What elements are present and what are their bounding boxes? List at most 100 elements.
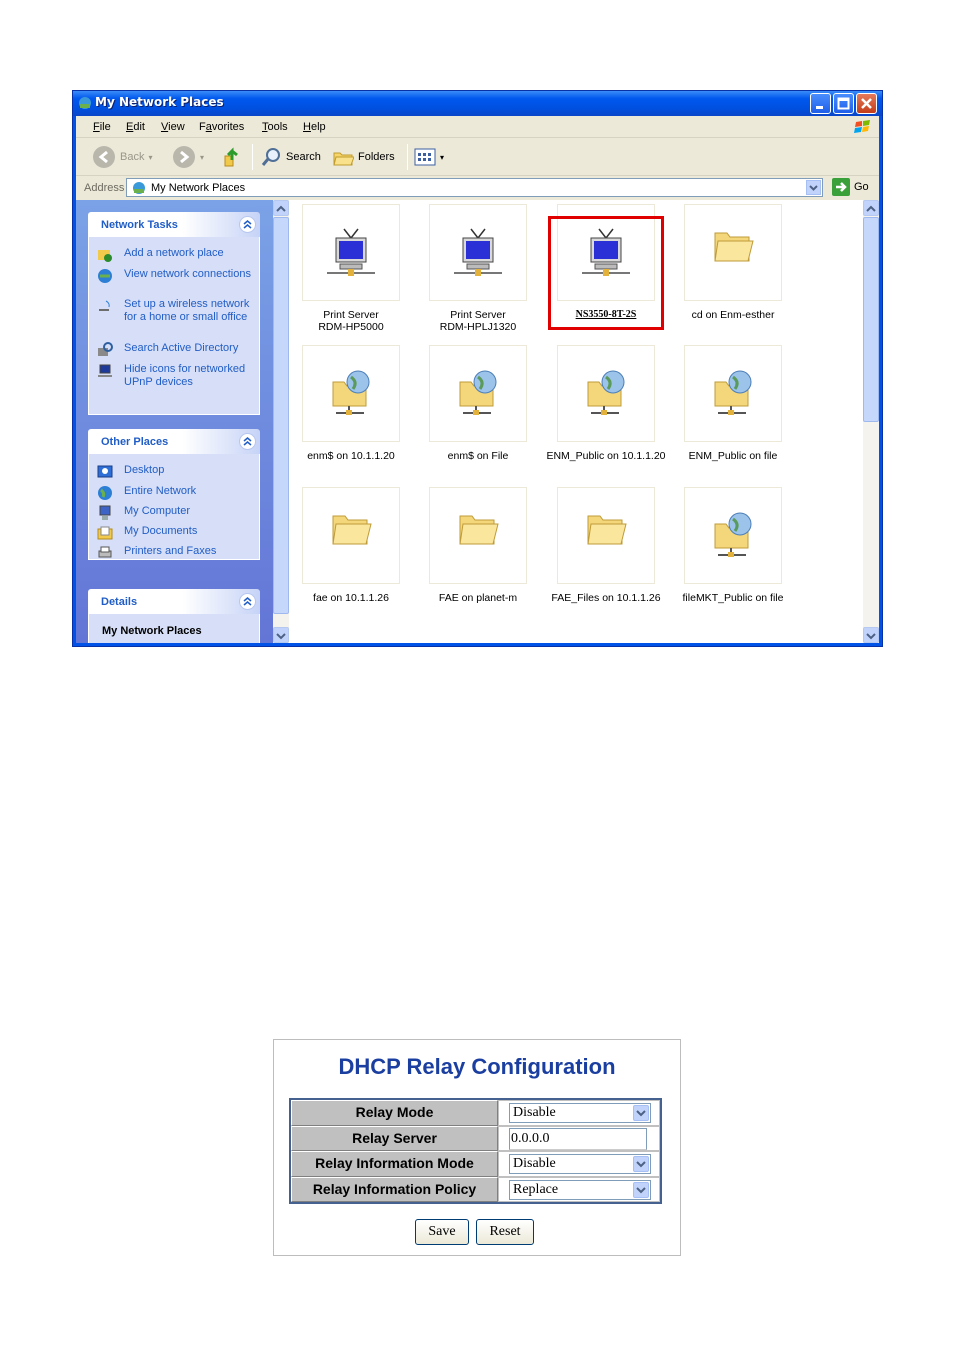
collapse-chevron-icon[interactable] (239, 216, 256, 233)
network-place-item[interactable] (302, 487, 400, 584)
network-place-label[interactable]: fae on 10.1.1.26 (287, 592, 415, 604)
task-setup-wireless[interactable]: Set up a wireless network for a home or … (97, 298, 257, 324)
place-desktop[interactable]: Desktop (97, 464, 257, 478)
chevron-down-icon[interactable] (274, 629, 288, 643)
network-place-label[interactable]: cd on Enm-esther (669, 309, 797, 321)
scroll-thumb[interactable] (863, 217, 879, 422)
network-place-label[interactable]: ENM_Public on file (669, 450, 797, 462)
network-place-item[interactable] (684, 345, 782, 442)
network-place-label[interactable]: enm$ on File (414, 450, 542, 462)
relay-server-input[interactable]: 0.0.0.0 (509, 1127, 647, 1150)
folder-icon (430, 510, 526, 548)
table-row: Relay Mode Disable (291, 1100, 660, 1126)
network-place-item[interactable] (557, 345, 655, 442)
chevron-down-icon: ▾ (148, 152, 153, 162)
place-my-computer[interactable]: My Computer (97, 505, 257, 520)
network-place-item[interactable] (302, 204, 400, 301)
menu-file[interactable]: File (93, 121, 111, 133)
add-network-place-icon (98, 250, 112, 262)
folders-button[interactable]: Folders (332, 144, 395, 170)
network-place-label[interactable]: Print Server RDM-HPLJ1320 (414, 309, 542, 333)
relay-mode-select[interactable]: Disable (509, 1103, 651, 1123)
place-my-documents[interactable]: My Documents (97, 525, 257, 540)
go-button[interactable]: Go (832, 178, 869, 196)
minimize-button[interactable] (810, 93, 831, 114)
views-button[interactable]: ▾ (414, 144, 444, 170)
task-pane: Network Tasks Add a network place View n… (76, 200, 273, 643)
chevron-down-icon (636, 1186, 646, 1193)
chevron-up-icon[interactable] (274, 202, 288, 216)
network-share-icon (303, 368, 399, 416)
address-field[interactable]: My Network Places (126, 178, 823, 197)
menu-tools[interactable]: Tools (262, 121, 288, 133)
chevron-down-icon (636, 1110, 646, 1117)
network-place-item[interactable] (429, 487, 527, 584)
address-dropdown-button[interactable] (806, 180, 821, 195)
up-folder-icon (224, 147, 238, 167)
details-header[interactable]: Details (88, 589, 260, 614)
network-places-icon (79, 97, 91, 109)
task-view-connections[interactable]: View network connections (97, 268, 257, 283)
menu-help[interactable]: Help (303, 121, 326, 133)
details-panel: My Network Places (88, 614, 260, 643)
close-button[interactable] (856, 93, 877, 114)
windows-logo-icon (854, 120, 870, 133)
network-place-label[interactable]: FAE_Files on 10.1.1.26 (542, 592, 670, 604)
details-subtitle: My Network Places (102, 625, 202, 637)
network-place-label[interactable]: fileMKT_Public on file (669, 592, 797, 604)
window-title: My Network Places (95, 95, 224, 109)
network-place-item[interactable] (429, 204, 527, 301)
task-hide-upnp[interactable]: Hide icons for networked UPnP devices (97, 363, 257, 389)
network-place-label[interactable]: enm$ on 10.1.1.20 (287, 450, 415, 462)
back-button[interactable]: Back ▾ (92, 144, 152, 170)
network-place-item[interactable] (684, 487, 782, 584)
menu-view[interactable]: View (161, 121, 185, 133)
network-share-icon (685, 368, 781, 416)
relay-info-mode-label: Relay Information Mode (291, 1151, 498, 1177)
printer-icon (98, 546, 112, 558)
forward-button[interactable]: ▾ (172, 144, 204, 170)
address-label: Address (84, 182, 125, 194)
search-button[interactable]: Search (260, 144, 321, 170)
network-place-label[interactable]: Print Server RDM-HP5000 (287, 309, 415, 333)
chevron-up-icon[interactable] (864, 202, 878, 216)
chevron-down-icon (809, 185, 818, 191)
menu-favorites[interactable]: Favorites (199, 121, 244, 133)
place-entire-network[interactable]: Entire Network (97, 485, 257, 500)
task-search-directory[interactable]: Search Active Directory (97, 342, 257, 356)
desktop-icon (97, 465, 113, 478)
views-icon (414, 148, 436, 166)
collapse-chevron-icon[interactable] (239, 593, 256, 610)
place-printers-faxes[interactable]: Printers and Faxes (97, 545, 257, 558)
left-scrollbar[interactable] (273, 200, 289, 643)
file-view: Print Server RDM-HP5000 Print Server RDM-HP… (273, 200, 879, 643)
table-row: Relay Information Mode Disable (291, 1151, 660, 1177)
chevron-down-icon[interactable] (864, 629, 878, 643)
other-places-header[interactable]: Other Places (88, 429, 260, 454)
network-place-item[interactable] (684, 204, 782, 301)
relay-mode-label: Relay Mode (291, 1100, 498, 1126)
relay-info-mode-select[interactable]: Disable (509, 1154, 651, 1174)
network-tasks-header[interactable]: Network Tasks (88, 212, 260, 237)
go-arrow-icon (832, 178, 850, 196)
reset-button[interactable]: Reset (476, 1219, 534, 1245)
collapse-chevron-icon[interactable] (239, 433, 256, 450)
network-tasks-panel: Add a network place View network connect… (88, 237, 260, 415)
title-bar[interactable]: My Network Places (73, 91, 882, 116)
scroll-thumb[interactable] (273, 217, 289, 614)
save-button[interactable]: Save (415, 1219, 469, 1245)
folder-icon (303, 510, 399, 548)
up-folder-button[interactable] (222, 144, 244, 170)
menu-edit[interactable]: Edit (126, 121, 145, 133)
relay-info-policy-select[interactable]: Replace (509, 1179, 651, 1200)
task-add-network-place[interactable]: Add a network place (97, 247, 257, 262)
network-place-item[interactable] (302, 345, 400, 442)
right-scrollbar[interactable] (863, 200, 879, 643)
maximize-button[interactable] (833, 93, 854, 114)
network-place-item[interactable] (429, 345, 527, 442)
network-place-label[interactable]: FAE on planet-m (414, 592, 542, 604)
folder-icon (685, 227, 781, 265)
network-place-item[interactable] (557, 487, 655, 584)
folder-icon (558, 510, 654, 548)
network-place-label[interactable]: ENM_Public on 10.1.1.20 (542, 450, 670, 462)
